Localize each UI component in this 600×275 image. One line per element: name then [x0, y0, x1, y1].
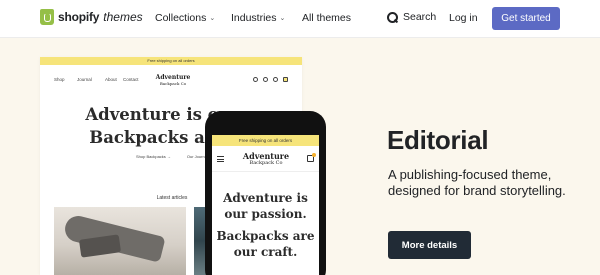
account-icon — [273, 77, 278, 82]
phone-theme-preview: Free shipping on all orders Adventure Ba… — [205, 111, 326, 275]
phone-store-name: Adventure — [242, 151, 290, 161]
login-link[interactable]: Log in — [449, 12, 478, 24]
phone-store-name-sub: Backpack Co — [249, 160, 283, 166]
nav-industries-label: Industries — [231, 12, 277, 24]
nav-all-themes[interactable]: All themes — [302, 12, 351, 24]
preview-link-shop: Shop Backpacks → — [136, 154, 171, 159]
preview-store-logo: Adventure Backpack Co — [153, 75, 193, 87]
chevron-down-icon: ⌄ — [209, 15, 216, 22]
menu-icon — [217, 156, 224, 162]
preview-nav: Shop Journal About Contact Adventure Bac… — [40, 73, 302, 91]
phone-headline-line1: Adventure is — [223, 191, 308, 205]
theme-description: A publishing-focused theme, designed for… — [388, 167, 566, 198]
cart-icon — [307, 153, 316, 162]
logo-brand: shopify — [58, 10, 100, 24]
phone-headline-line4: our craft. — [233, 245, 298, 259]
search-button[interactable]: Search — [387, 11, 436, 23]
get-started-button[interactable]: Get started — [492, 7, 560, 30]
search-label: Search — [403, 11, 437, 23]
preview-menu-journal: Journal — [77, 77, 92, 82]
top-nav: shopify themes Collections ⌄ Industries … — [0, 0, 600, 38]
chevron-down-icon: ⌄ — [279, 15, 286, 22]
nav-collections[interactable]: Collections ⌄ — [155, 12, 215, 24]
more-details-button[interactable]: More details — [388, 231, 471, 259]
preview-store-name-sub: Backpack Co — [159, 81, 187, 86]
nav-collections-label: Collections — [155, 12, 207, 24]
instagram-icon — [263, 77, 268, 82]
phone-screen: Free shipping on all orders Adventure Ba… — [212, 135, 319, 275]
plane-wreck-photo — [54, 207, 186, 275]
theme-title: Editorial — [387, 125, 489, 155]
nav-all-themes-label: All themes — [302, 12, 352, 24]
phone-headline-line2: our passion. — [224, 207, 307, 221]
search-icon — [387, 11, 398, 23]
phone-banner: Free shipping on all orders — [212, 135, 319, 146]
shopify-themes-logo[interactable]: shopify themes — [40, 9, 143, 25]
preview-links: Shop Backpacks → Our Journal → — [136, 154, 213, 159]
phone-headline-line3: Backpacks are — [216, 229, 315, 243]
phone-store-logo: Adventure Backpack Co — [238, 151, 294, 167]
preview-icons — [253, 77, 288, 82]
phone-header: Adventure Backpack Co — [212, 146, 319, 172]
cart-icon — [283, 77, 288, 82]
logo-suffix: themes — [103, 10, 143, 24]
preview-menu-contact: Contact — [123, 77, 139, 82]
preview-menu-about: About — [105, 77, 117, 82]
preview-menu-shop: Shop — [54, 77, 65, 82]
shopify-bag-icon — [40, 9, 54, 25]
preview-banner: Free shipping on all orders — [40, 57, 302, 65]
facebook-icon — [253, 77, 258, 82]
nav-industries[interactable]: Industries ⌄ — [231, 12, 285, 24]
